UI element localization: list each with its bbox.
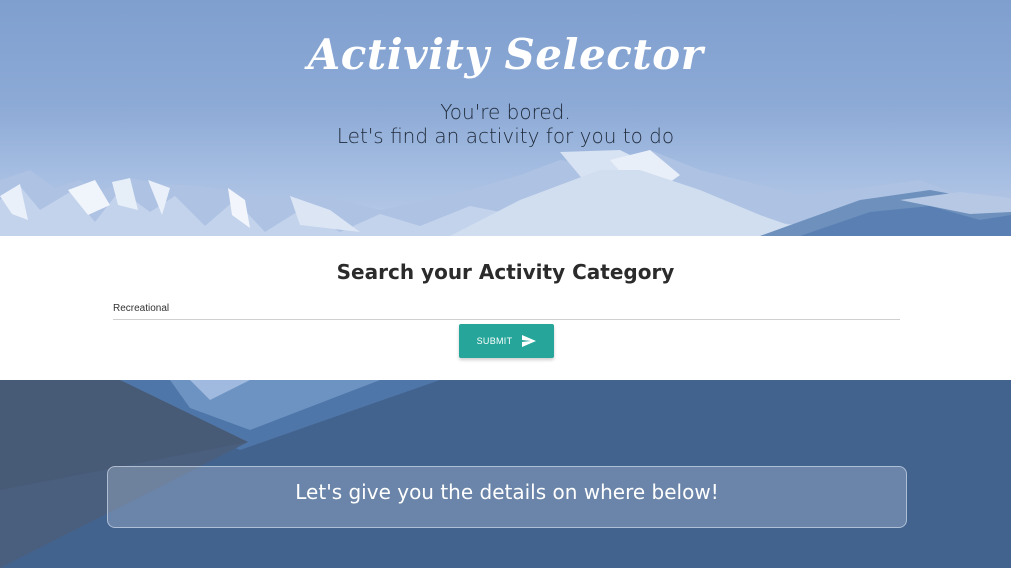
hero-banner: Activity Selector You're bored. Let's fi… — [0, 0, 1011, 236]
submit-button-label: SUBMIT — [476, 336, 513, 346]
search-panel: Search your Activity Category SUBMIT — [0, 236, 1011, 380]
submit-button[interactable]: SUBMIT — [459, 324, 554, 358]
page-title: Activity Selector — [307, 30, 704, 79]
details-text: Let's give you the details on where belo… — [295, 480, 719, 504]
search-heading: Search your Activity Category — [336, 260, 675, 284]
hero-subtitle-line2: Let's find an activity for you to do — [336, 124, 675, 148]
activity-category-input[interactable] — [113, 298, 900, 320]
send-icon — [522, 335, 537, 347]
details-banner: Let's give you the details on where belo… — [107, 466, 907, 528]
details-section: Let's give you the details on where belo… — [0, 380, 1011, 568]
hero-subtitle-line1: You're bored. — [440, 100, 571, 124]
